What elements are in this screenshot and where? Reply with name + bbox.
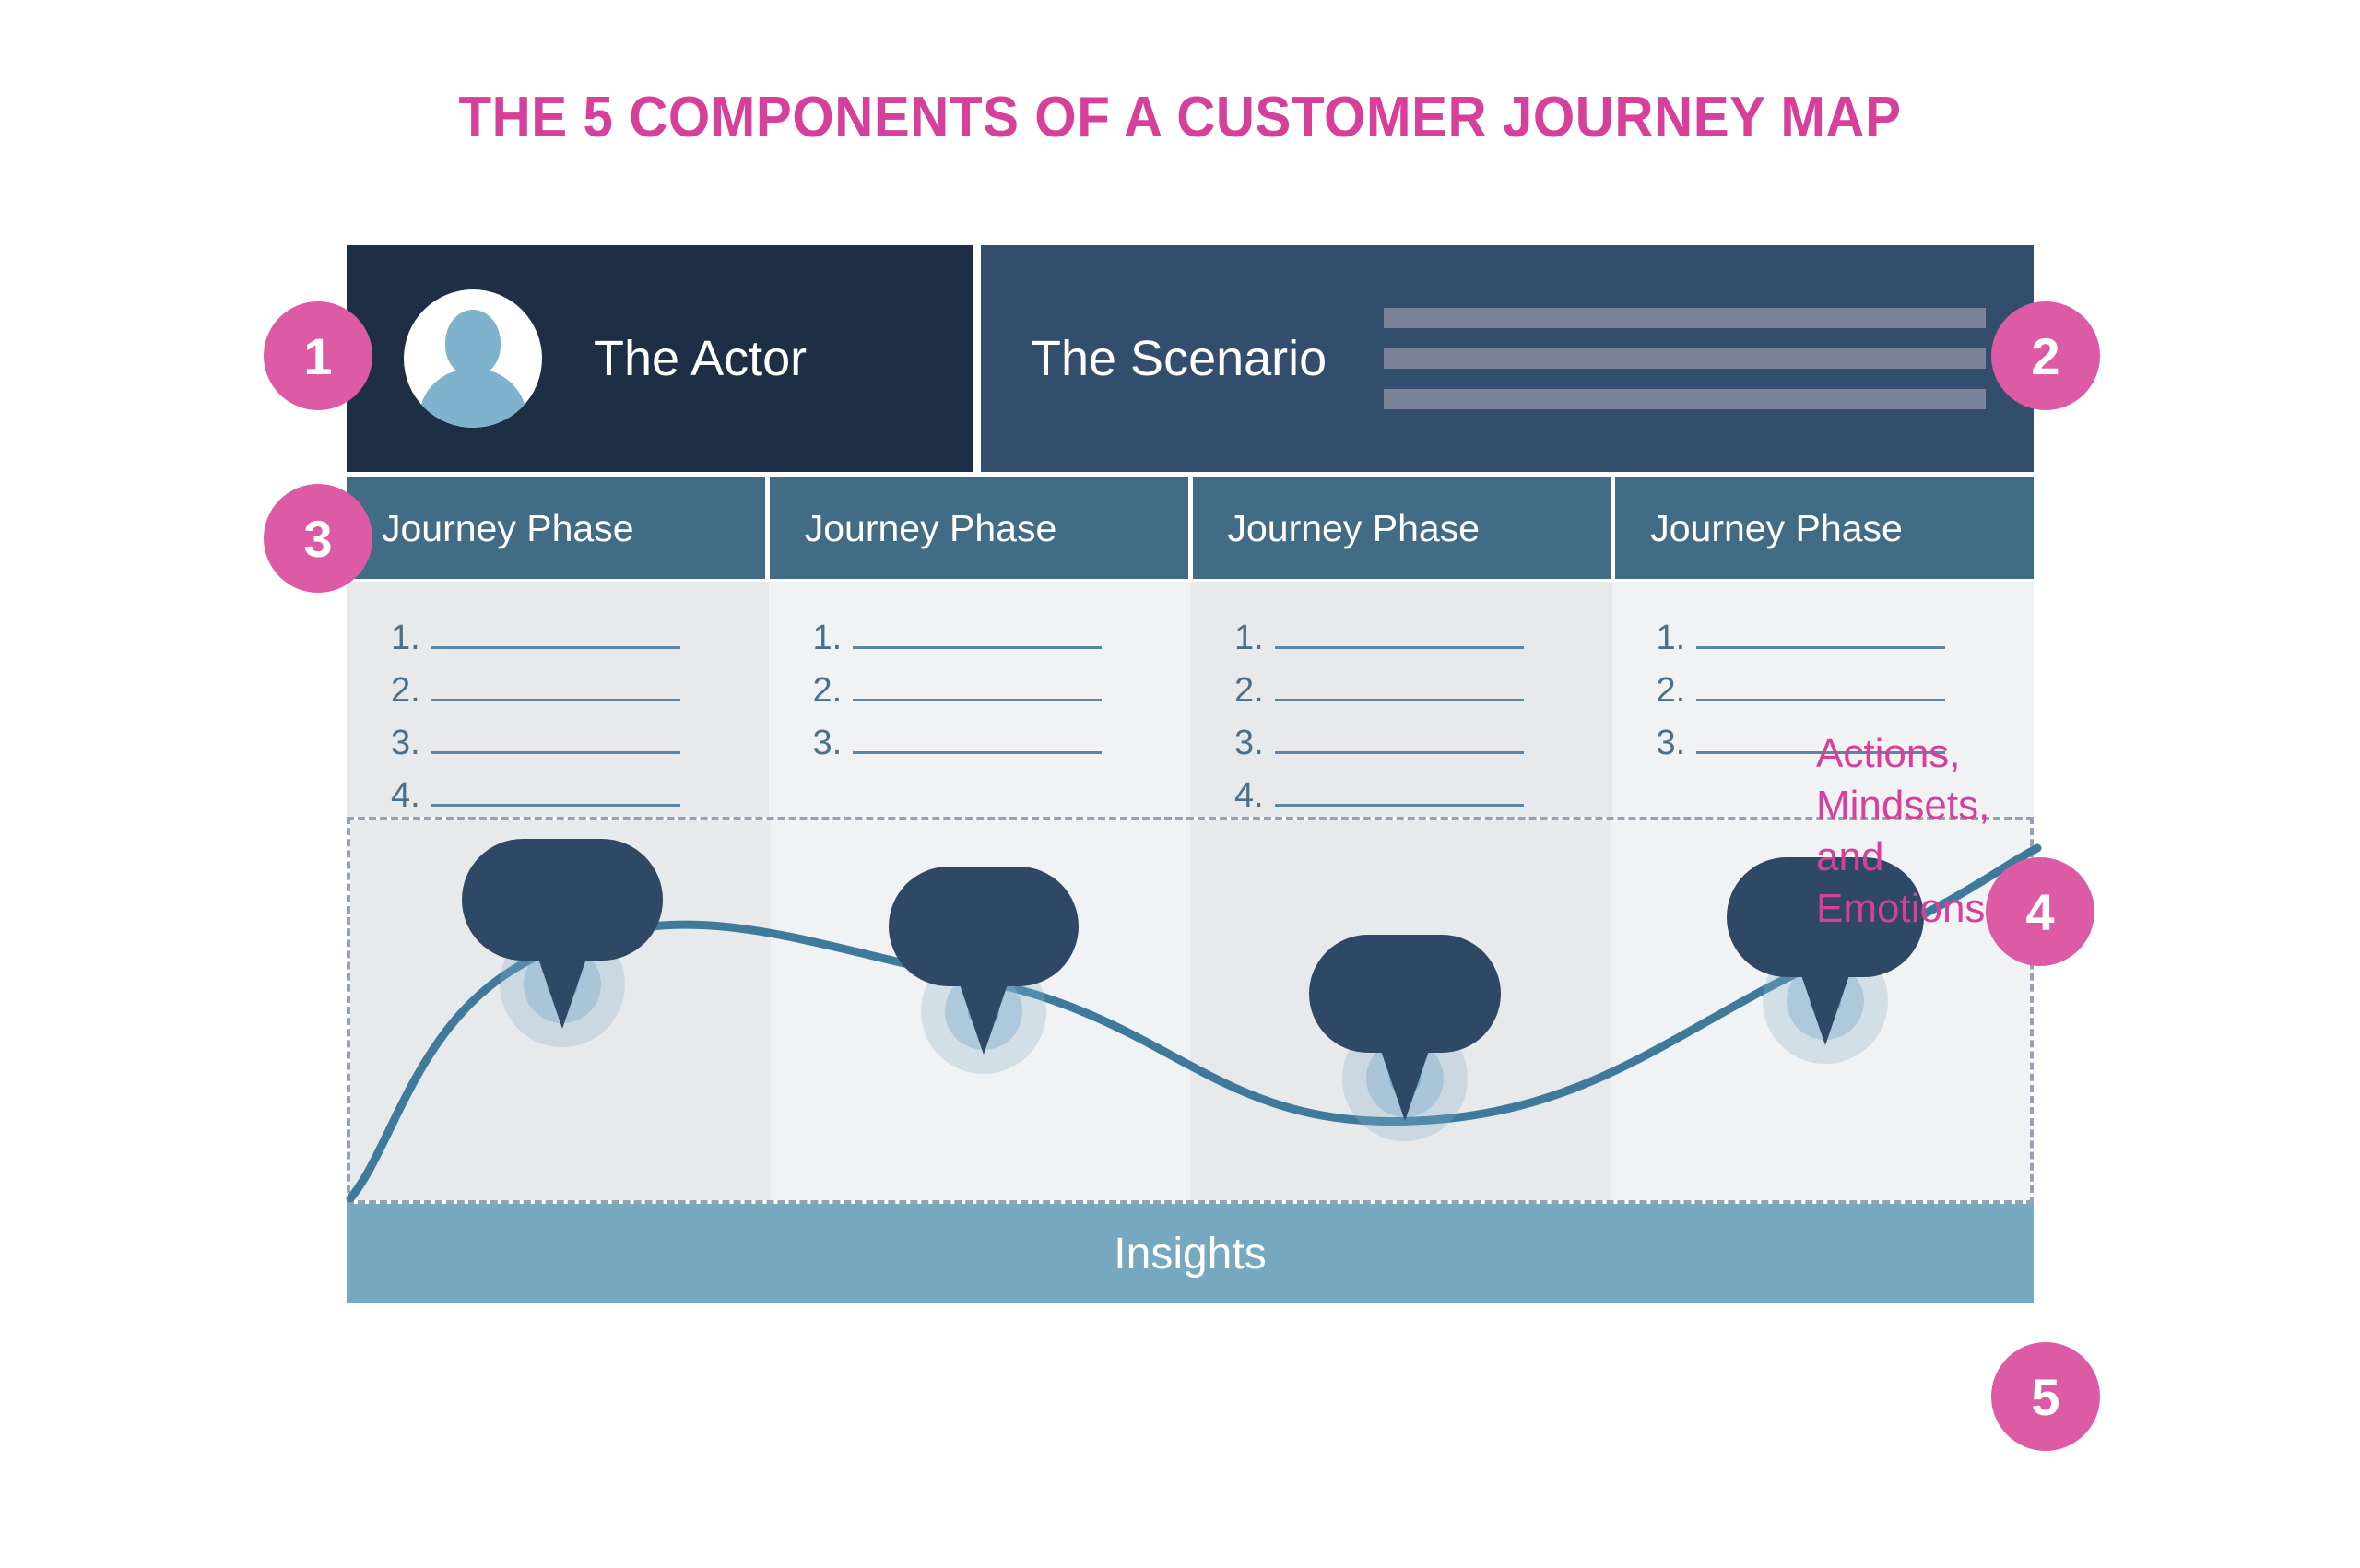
list-item[interactable]: 1.	[1657, 613, 1994, 655]
list-number: 1.	[1656, 619, 1686, 657]
list-number: 1.	[1234, 619, 1264, 657]
list-item[interactable]: 4.	[391, 771, 728, 813]
badge-2-scenario[interactable]: 2	[1991, 301, 2100, 410]
list-item[interactable]: 2.	[813, 666, 1150, 708]
emotion-bubble-3[interactable]	[1309, 935, 1501, 1121]
journey-phase-lists-row: 1. 2. 3. 4. 1. 2. 3. 1. 2. 3. 4. 1. 2. 3…	[347, 582, 2034, 817]
list-number: 3.	[1656, 724, 1686, 762]
list-number: 2.	[1234, 671, 1264, 710]
panel-divider	[974, 245, 981, 472]
avatar-head	[445, 310, 501, 376]
list-item[interactable]: 4.	[1234, 771, 1572, 813]
insights-label: Insights	[1114, 1229, 1267, 1279]
journey-phase-header-4[interactable]: Journey Phase	[1615, 477, 2034, 579]
list-number: 3.	[812, 724, 843, 762]
list-item[interactable]: 2.	[391, 666, 728, 708]
list-number: 1.	[812, 619, 843, 657]
scenario-placeholder-lines	[1384, 308, 1986, 409]
list-item[interactable]: 3.	[813, 718, 1150, 760]
list-number: 2.	[1656, 671, 1686, 710]
actor-panel[interactable]: The Actor	[347, 245, 974, 472]
blank-line[interactable]	[431, 646, 680, 649]
blank-line[interactable]	[853, 699, 1103, 701]
callout-line-3: and	[1816, 834, 1884, 879]
bubble-tail	[1801, 975, 1849, 1045]
bubble-tail	[538, 959, 586, 1029]
scenario-label: The Scenario	[1031, 331, 1328, 386]
list-item[interactable]: 2.	[1234, 666, 1572, 708]
emotion-curve-zone	[346, 817, 2042, 1204]
list-number: 4.	[391, 776, 420, 815]
blank-line[interactable]	[1696, 646, 1946, 649]
callout-line-1: Actions,	[1816, 731, 1961, 776]
scenario-bar	[1384, 348, 1986, 369]
avatar-body	[419, 369, 527, 428]
emotion-bubble-2[interactable]	[889, 867, 1079, 1055]
journey-phase-column-2: 1. 2. 3.	[768, 582, 1190, 817]
badge-3-journey-phases[interactable]: 3	[264, 484, 372, 593]
callout-line-2: Mindsets,	[1816, 783, 1990, 828]
list-number: 2.	[391, 671, 420, 710]
blank-line[interactable]	[1274, 646, 1524, 649]
blank-line[interactable]	[431, 751, 680, 754]
journey-phase-column-3: 1. 2. 3. 4.	[1190, 582, 1612, 817]
blank-line[interactable]	[431, 804, 680, 807]
bubble-tail	[960, 984, 1008, 1055]
blank-line[interactable]	[1696, 699, 1946, 701]
blank-line[interactable]	[1274, 751, 1524, 754]
header-row: The Actor The Scenario	[347, 245, 2034, 472]
list-item[interactable]: 1.	[813, 613, 1150, 655]
list-item[interactable]: 1.	[391, 613, 728, 655]
list-item[interactable]: 3.	[1234, 718, 1572, 760]
blank-line[interactable]	[1274, 699, 1524, 701]
list-item[interactable]: 3.	[391, 718, 728, 760]
list-number: 2.	[812, 671, 843, 710]
blank-line[interactable]	[853, 646, 1103, 649]
blank-line[interactable]	[431, 699, 680, 701]
journey-map-diagram: The Actor The Scenario Journey Phase Jou…	[346, 245, 2042, 1471]
badge-1-actor[interactable]: 1	[264, 301, 372, 410]
scenario-panel[interactable]: The Scenario	[981, 245, 2034, 472]
list-number: 3.	[1234, 724, 1264, 762]
journey-phase-column-1: 1. 2. 3. 4.	[347, 582, 769, 817]
page-title: THE 5 COMPONENTS OF A CUSTOMER JOURNEY M…	[458, 86, 1902, 149]
journey-phase-header-1[interactable]: Journey Phase	[347, 477, 770, 579]
list-number: 1.	[391, 619, 420, 657]
bubble-tail	[1381, 1051, 1429, 1121]
journey-phase-header-3[interactable]: Journey Phase	[1192, 477, 1616, 579]
insights-bar[interactable]: Insights	[347, 1204, 2034, 1303]
blank-line[interactable]	[853, 751, 1103, 754]
journey-phase-header-2[interactable]: Journey Phase	[769, 477, 1193, 579]
person-avatar-icon	[404, 289, 542, 428]
actor-label: The Actor	[594, 331, 808, 386]
list-number: 4.	[1234, 776, 1264, 815]
scenario-bar	[1384, 389, 1986, 409]
journey-phase-header-row: Journey Phase Journey Phase Journey Phas…	[347, 477, 2034, 579]
list-item[interactable]: 2.	[1657, 666, 1994, 708]
badge-5-insights[interactable]: 5	[1991, 1342, 2100, 1451]
list-item[interactable]: 1.	[1234, 613, 1572, 655]
emotion-bubble-1[interactable]	[462, 839, 663, 1029]
list-number: 3.	[391, 724, 420, 762]
blank-line[interactable]	[1274, 804, 1524, 807]
scenario-bar	[1384, 308, 1986, 328]
badge-4-emotions[interactable]: 4	[1986, 857, 2094, 966]
